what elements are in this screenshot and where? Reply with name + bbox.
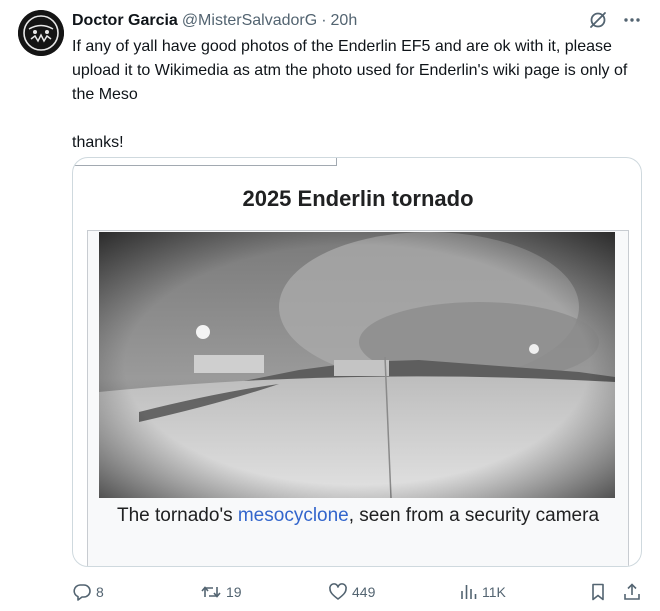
like-button[interactable]: 449 (328, 582, 375, 602)
tweet-paragraph-1: If any of yall have good photos of the E… (72, 38, 628, 103)
heart-icon (328, 582, 348, 602)
timestamp[interactable]: 20h (331, 12, 358, 30)
caption-text-before: The tornado's (116, 505, 238, 526)
retweet-icon (200, 582, 222, 602)
views-count: 11K (482, 584, 506, 600)
caption-link-mesocyclone[interactable]: mesocyclone (238, 505, 349, 526)
separator-dot: · (321, 12, 327, 29)
views-icon (458, 582, 478, 602)
card-border-fragment (73, 158, 337, 166)
retweet-button[interactable]: 19 (200, 582, 242, 602)
share-button[interactable] (622, 582, 642, 602)
grok-icon[interactable] (588, 10, 608, 30)
tweet: Doctor Garcia @MisterSalvadorG · 20h If … (0, 0, 660, 611)
author-name[interactable]: Doctor Garcia (72, 12, 178, 30)
tweet-paragraph-2: thanks! (72, 134, 124, 151)
reply-count: 8 (96, 584, 104, 600)
share-icon (622, 582, 642, 602)
tweet-text: If any of yall have good photos of the E… (72, 35, 642, 155)
top-actions (588, 10, 642, 30)
reply-icon (72, 582, 92, 602)
tweet-header: Doctor Garcia @MisterSalvadorG · 20h (72, 10, 357, 32)
reply-button[interactable]: 8 (72, 582, 104, 602)
author-handle[interactable]: @MisterSalvadorG (182, 12, 317, 30)
media-card[interactable]: 2025 Enderlin tornado The tornado's meso… (72, 157, 642, 567)
like-count: 449 (352, 584, 376, 600)
retweet-count: 19 (226, 584, 242, 600)
more-icon[interactable] (622, 10, 642, 30)
bookmark-button[interactable] (588, 582, 608, 602)
views-button[interactable]: 11K (458, 582, 506, 602)
photo-caption: The tornado's mesocyclone, seen from a s… (87, 500, 629, 532)
caption-text-after: , seen from a security camera (348, 505, 600, 526)
avatar[interactable] (18, 10, 64, 56)
tornado-photo[interactable] (99, 232, 615, 498)
wiki-infobox-title: 2025 Enderlin tornado (242, 186, 474, 211)
action-bar: 8 19 449 11K (72, 578, 644, 606)
bookmark-icon (588, 582, 608, 602)
